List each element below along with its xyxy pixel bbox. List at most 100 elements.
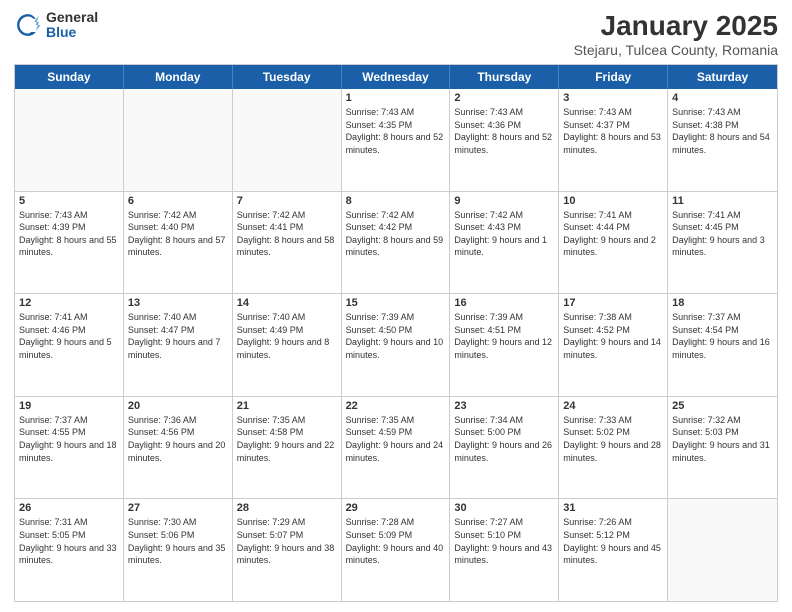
calendar-header: SundayMondayTuesdayWednesdayThursdayFrid… <box>15 65 777 89</box>
calendar-cell: 10Sunrise: 7:41 AM Sunset: 4:44 PM Dayli… <box>559 192 668 294</box>
day-number: 18 <box>672 297 773 309</box>
day-number: 1 <box>346 92 446 104</box>
day-number: 16 <box>454 297 554 309</box>
day-number: 27 <box>128 502 228 514</box>
calendar: SundayMondayTuesdayWednesdayThursdayFrid… <box>14 64 778 602</box>
day-number: 15 <box>346 297 446 309</box>
cell-info: Sunrise: 7:39 AM Sunset: 4:50 PM Dayligh… <box>346 311 446 361</box>
calendar-cell: 11 Sunrise: 7:41 AM Sunset: 4:45 PM Dayli… <box>668 192 777 294</box>
calendar-cell: 9 Sunrise: 7:42 AM Sunset: 4:43 PM Daylig… <box>450 192 559 294</box>
calendar-cell: 14Sunrise: 7:40 AM Sunset: 4:49 PM Dayli… <box>233 294 342 396</box>
calendar-cell: 13 Sunrise: 7:40 AM Sunset: 4:47 PM Dayli… <box>124 294 233 396</box>
logo-icon <box>14 11 42 39</box>
calendar-cell: 4Sunrise: 7:43 AM Sunset: 4:38 PM Daylig… <box>668 89 777 191</box>
calendar-cell: 30 Sunrise: 7:27 AM Sunset: 5:10 PM Dayli… <box>450 499 559 601</box>
logo: General Blue <box>14 10 98 41</box>
day-number: 6 <box>128 195 228 207</box>
cell-info: Sunrise: 7:31 AM Sunset: 5:05 PM Dayligh… <box>19 516 119 566</box>
cell-info: Sunrise: 7:27 AM Sunset: 5:10 PM Dayligh… <box>454 516 554 566</box>
day-number: 12 <box>19 297 119 309</box>
calendar-cell: 18 Sunrise: 7:37 AM Sunset: 4:54 PM Dayli… <box>668 294 777 396</box>
calendar-cell: 8 Sunrise: 7:42 AM Sunset: 4:42 PM Daylig… <box>342 192 451 294</box>
header: General Blue January 2025 Stejaru, Tulce… <box>14 10 778 58</box>
cell-info: Sunrise: 7:41 AM Sunset: 4:45 PM Dayligh… <box>672 209 773 259</box>
title-block: January 2025 Stejaru, Tulcea County, Rom… <box>574 10 778 58</box>
cell-info: Sunrise: 7:36 AM Sunset: 4:56 PM Dayligh… <box>128 414 228 464</box>
cell-info: Sunrise: 7:30 AM Sunset: 5:06 PM Dayligh… <box>128 516 228 566</box>
cell-info: Sunrise: 7:28 AM Sunset: 5:09 PM Dayligh… <box>346 516 446 566</box>
page: General Blue January 2025 Stejaru, Tulce… <box>0 0 792 612</box>
logo-blue-text: Blue <box>46 25 98 40</box>
calendar-cell: 16 Sunrise: 7:39 AM Sunset: 4:51 PM Dayli… <box>450 294 559 396</box>
calendar-cell: 6 Sunrise: 7:42 AM Sunset: 4:40 PM Daylig… <box>124 192 233 294</box>
calendar-row-2: 5 Sunrise: 7:43 AM Sunset: 4:39 PM Daylig… <box>15 192 777 295</box>
day-number: 20 <box>128 400 228 412</box>
cell-info: Sunrise: 7:39 AM Sunset: 4:51 PM Dayligh… <box>454 311 554 361</box>
calendar-row-1: 1 Sunrise: 7:43 AM Sunset: 4:35 PM Daylig… <box>15 89 777 192</box>
cell-info: Sunrise: 7:35 AM Sunset: 4:59 PM Dayligh… <box>346 414 446 464</box>
calendar-cell: 17 Sunrise: 7:38 AM Sunset: 4:52 PM Dayli… <box>559 294 668 396</box>
day-number: 3 <box>563 92 663 104</box>
cell-info: Sunrise: 7:37 AM Sunset: 4:55 PM Dayligh… <box>19 414 119 464</box>
cell-info: Sunrise: 7:43 AM Sunset: 4:36 PM Dayligh… <box>454 106 554 156</box>
calendar-body: 1 Sunrise: 7:43 AM Sunset: 4:35 PM Daylig… <box>15 89 777 601</box>
cell-info: Sunrise: 7:42 AM Sunset: 4:43 PM Dayligh… <box>454 209 554 259</box>
header-day-thursday: Thursday <box>450 65 559 89</box>
day-number: 22 <box>346 400 446 412</box>
calendar-cell <box>124 89 233 191</box>
header-day-saturday: Saturday <box>668 65 777 89</box>
subtitle: Stejaru, Tulcea County, Romania <box>574 42 778 58</box>
header-day-wednesday: Wednesday <box>342 65 451 89</box>
cell-info: Sunrise: 7:37 AM Sunset: 4:54 PM Dayligh… <box>672 311 773 361</box>
cell-info: Sunrise: 7:29 AM Sunset: 5:07 PM Dayligh… <box>237 516 337 566</box>
calendar-cell <box>15 89 124 191</box>
calendar-row-3: 12 Sunrise: 7:41 AM Sunset: 4:46 PM Dayli… <box>15 294 777 397</box>
cell-info: Sunrise: 7:43 AM Sunset: 4:39 PM Dayligh… <box>19 209 119 259</box>
cell-info: Sunrise: 7:32 AM Sunset: 5:03 PM Dayligh… <box>672 414 773 464</box>
cell-info: Sunrise: 7:26 AM Sunset: 5:12 PM Dayligh… <box>563 516 663 566</box>
cell-info: Sunrise: 7:40 AM Sunset: 4:49 PM Dayligh… <box>237 311 337 361</box>
calendar-cell: 20 Sunrise: 7:36 AM Sunset: 4:56 PM Dayli… <box>124 397 233 499</box>
day-number: 30 <box>454 502 554 514</box>
cell-info: Sunrise: 7:43 AM Sunset: 4:38 PM Dayligh… <box>672 106 773 156</box>
cell-info: Sunrise: 7:35 AM Sunset: 4:58 PM Dayligh… <box>237 414 337 464</box>
header-day-tuesday: Tuesday <box>233 65 342 89</box>
day-number: 17 <box>563 297 663 309</box>
day-number: 31 <box>563 502 663 514</box>
cell-info: Sunrise: 7:41 AM Sunset: 4:46 PM Dayligh… <box>19 311 119 361</box>
calendar-cell: 12 Sunrise: 7:41 AM Sunset: 4:46 PM Dayli… <box>15 294 124 396</box>
calendar-cell: 23Sunrise: 7:34 AM Sunset: 5:00 PM Dayli… <box>450 397 559 499</box>
cell-info: Sunrise: 7:42 AM Sunset: 4:40 PM Dayligh… <box>128 209 228 259</box>
calendar-row-5: 26Sunrise: 7:31 AM Sunset: 5:05 PM Dayli… <box>15 499 777 601</box>
logo-general-text: General <box>46 10 98 25</box>
day-number: 21 <box>237 400 337 412</box>
day-number: 8 <box>346 195 446 207</box>
day-number: 11 <box>672 195 773 207</box>
day-number: 2 <box>454 92 554 104</box>
calendar-cell <box>233 89 342 191</box>
calendar-cell: 21 Sunrise: 7:35 AM Sunset: 4:58 PM Dayli… <box>233 397 342 499</box>
calendar-row-4: 19 Sunrise: 7:37 AM Sunset: 4:55 PM Dayli… <box>15 397 777 500</box>
cell-info: Sunrise: 7:43 AM Sunset: 4:35 PM Dayligh… <box>346 106 446 156</box>
day-number: 7 <box>237 195 337 207</box>
cell-info: Sunrise: 7:40 AM Sunset: 4:47 PM Dayligh… <box>128 311 228 361</box>
calendar-cell: 1 Sunrise: 7:43 AM Sunset: 4:35 PM Daylig… <box>342 89 451 191</box>
day-number: 23 <box>454 400 554 412</box>
day-number: 19 <box>19 400 119 412</box>
calendar-cell: 2 Sunrise: 7:43 AM Sunset: 4:36 PM Daylig… <box>450 89 559 191</box>
cell-info: Sunrise: 7:42 AM Sunset: 4:42 PM Dayligh… <box>346 209 446 259</box>
day-number: 9 <box>454 195 554 207</box>
day-number: 10 <box>563 195 663 207</box>
header-day-sunday: Sunday <box>15 65 124 89</box>
cell-info: Sunrise: 7:42 AM Sunset: 4:41 PM Dayligh… <box>237 209 337 259</box>
cell-info: Sunrise: 7:38 AM Sunset: 4:52 PM Dayligh… <box>563 311 663 361</box>
day-number: 29 <box>346 502 446 514</box>
calendar-cell: 28Sunrise: 7:29 AM Sunset: 5:07 PM Dayli… <box>233 499 342 601</box>
day-number: 24 <box>563 400 663 412</box>
day-number: 13 <box>128 297 228 309</box>
day-number: 5 <box>19 195 119 207</box>
calendar-cell: 7 Sunrise: 7:42 AM Sunset: 4:41 PM Daylig… <box>233 192 342 294</box>
calendar-cell: 22 Sunrise: 7:35 AM Sunset: 4:59 PM Dayli… <box>342 397 451 499</box>
calendar-cell: 3Sunrise: 7:43 AM Sunset: 4:37 PM Daylig… <box>559 89 668 191</box>
cell-info: Sunrise: 7:33 AM Sunset: 5:02 PM Dayligh… <box>563 414 663 464</box>
